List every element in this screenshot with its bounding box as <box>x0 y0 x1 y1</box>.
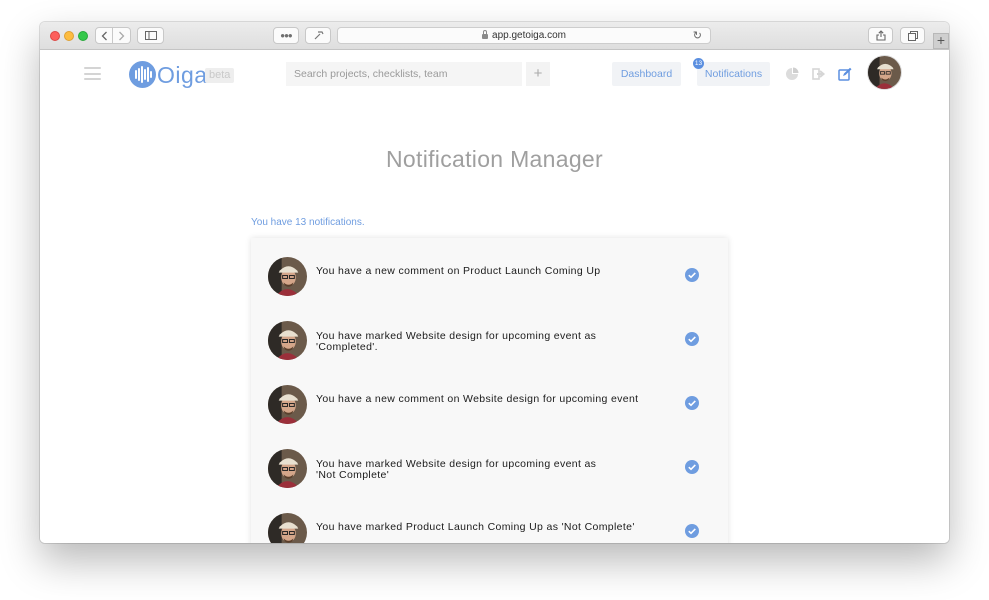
notification-message: You have a new comment on Product Launch… <box>316 265 601 277</box>
check-circle-icon[interactable] <box>685 460 699 474</box>
pie-chart-icon[interactable] <box>785 67 799 81</box>
lock-icon <box>482 30 489 39</box>
forward-button[interactable] <box>113 27 131 44</box>
check-circle-icon[interactable] <box>685 524 699 538</box>
chevron-left-icon <box>101 31 107 40</box>
avatar <box>268 449 307 488</box>
check-circle-icon[interactable] <box>685 268 699 282</box>
logout-icon[interactable] <box>812 67 826 81</box>
notifications-count-badge: 13 <box>693 58 704 69</box>
share-icon <box>875 30 886 41</box>
notification-item[interactable]: You have marked Product Launch Coming Up… <box>251 508 728 543</box>
notification-item[interactable]: You have marked Website design for upcom… <box>251 316 728 380</box>
close-window-button[interactable] <box>50 31 60 41</box>
tabs-overview-button[interactable] <box>900 27 925 44</box>
avatar <box>268 385 307 424</box>
hammer-icon <box>314 31 324 40</box>
notification-item[interactable]: You have a new comment on Product Launch… <box>251 252 728 316</box>
notifications-panel: You have a new comment on Product Launch… <box>251 238 728 543</box>
notifications-button[interactable]: Notifications <box>697 62 770 86</box>
check-circle-icon[interactable] <box>685 396 699 410</box>
share-button[interactable] <box>868 27 893 44</box>
browser-toolbar: ●●● app.getoiga.com ↻ + <box>40 22 949 50</box>
new-tab-button[interactable]: + <box>933 33 949 49</box>
notification-count-text: You have 13 notifications. <box>251 217 365 228</box>
sidebar-toggle-button[interactable] <box>137 27 164 44</box>
app-content: Oiga beta + Dashboard Notifications 13 <box>40 50 949 543</box>
tools-button[interactable] <box>305 27 331 44</box>
reload-icon[interactable]: ↻ <box>693 29 702 42</box>
plus-icon: + <box>936 32 946 48</box>
menu-icon[interactable] <box>84 67 101 80</box>
page-title: Notification Manager <box>386 146 603 172</box>
search-input[interactable] <box>286 62 522 86</box>
tabs-icon <box>907 30 918 41</box>
sidebar-icon <box>144 31 157 40</box>
add-button[interactable]: + <box>526 62 550 86</box>
browser-window: ●●● app.getoiga.com ↻ + Oiga beta Search… <box>40 22 949 543</box>
notification-message: You have marked Website design for upcom… <box>316 458 597 481</box>
dots-icon: ●●● <box>280 30 292 40</box>
minimize-window-button[interactable] <box>64 31 74 41</box>
url-text: app.getoiga.com <box>492 30 566 41</box>
user-avatar[interactable] <box>868 56 901 89</box>
chevron-right-icon <box>119 31 125 40</box>
back-button[interactable] <box>95 27 113 44</box>
beta-badge: beta <box>205 68 235 83</box>
notification-message: You have a new comment on Website design… <box>316 393 639 405</box>
dashboard-button[interactable]: Dashboard <box>612 62 681 86</box>
avatar <box>268 321 307 360</box>
compose-icon[interactable] <box>838 67 852 81</box>
notification-message: You have marked Product Launch Coming Up… <box>316 521 635 533</box>
logo-icon[interactable] <box>129 61 156 88</box>
notification-item[interactable]: You have a new comment on Website design… <box>251 380 728 444</box>
logo-text[interactable]: Oiga <box>157 62 208 89</box>
check-circle-icon[interactable] <box>685 332 699 346</box>
address-bar[interactable]: app.getoiga.com ↻ <box>337 27 711 44</box>
notification-message: You have marked Website design for upcom… <box>316 330 597 353</box>
avatar <box>268 513 307 543</box>
more-button[interactable]: ●●● <box>273 27 299 44</box>
avatar <box>268 257 307 296</box>
notification-item[interactable]: You have marked Website design for upcom… <box>251 444 728 508</box>
zoom-window-button[interactable] <box>78 31 88 41</box>
